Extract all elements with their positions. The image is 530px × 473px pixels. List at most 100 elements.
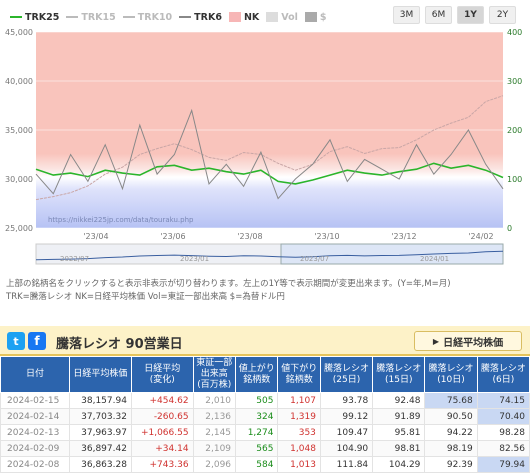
- ratio-table-header: 日付 日経平均株価 日経平均 (変化) 東証一部 出来高 (百万株) 値上がり 銘柄数 値下がり銘…: [0, 356, 530, 393]
- notes-line-2: TRK=騰落レシオ NK=日経平均株価 Vol=東証一部出来高 $=為替ドル円: [6, 292, 285, 302]
- table-cell: 82.56: [476, 440, 530, 457]
- right-axis-tick: 0: [507, 224, 512, 233]
- table-cell: 92.39: [424, 456, 478, 473]
- right-axis-tick: 400: [507, 28, 522, 37]
- table-cell: 70.40: [476, 408, 530, 425]
- column-header[interactable]: 騰落レシオ (15日): [372, 356, 426, 393]
- table-cell: 565: [235, 440, 279, 457]
- table-cell: 94.22: [424, 424, 478, 441]
- table-cell: 109.47: [319, 424, 374, 441]
- ratio-title: 騰落レシオ 90営業日: [56, 337, 183, 352]
- facebook-share-icon[interactable]: f: [28, 332, 46, 350]
- column-header[interactable]: 値下がり 銘柄数: [277, 356, 321, 393]
- table-cell: 36,897.42: [68, 440, 132, 457]
- table-cell: 1,048: [277, 440, 321, 457]
- table-row: 2024-02-14 37,703.32 -260.65 2,136 324 1,319 9…: [0, 408, 530, 425]
- chart-area: TRK25 TRK15 TRK10 TRK6 NK Vol $ 3M 6M 1Y 2Y https…: [0, 0, 530, 268]
- navigator-label: 2024/01: [420, 255, 449, 263]
- table-cell: 505: [235, 392, 279, 409]
- right-axis-tick: 300: [507, 77, 522, 86]
- table-cell: 95.81: [372, 424, 426, 441]
- table-cell: +454.62: [130, 392, 194, 409]
- x-axis-tick: '23/10: [314, 232, 339, 241]
- table-row: 2024-02-15 38,157.94 +454.62 2,010 505 1,107 9…: [0, 392, 530, 409]
- x-axis-tick: '23/12: [391, 232, 416, 241]
- x-axis-tick: '23/08: [237, 232, 262, 241]
- table-cell: 1,013: [277, 456, 321, 473]
- table-cell: 2024-02-09: [0, 440, 70, 457]
- x-axis-tick: '23/06: [160, 232, 185, 241]
- navigator-label: 2022/07: [60, 255, 89, 263]
- table-cell: 98.19: [424, 440, 478, 457]
- table-cell: 104.90: [319, 440, 374, 457]
- column-header[interactable]: 日経平均株価: [68, 356, 132, 393]
- table-cell: 324: [235, 408, 279, 425]
- column-header[interactable]: 騰落レシオ (10日): [424, 356, 478, 393]
- table-cell: 104.29: [372, 456, 426, 473]
- table-cell: 92.48: [372, 392, 426, 409]
- table-cell: 1,274: [235, 424, 279, 441]
- column-header[interactable]: 日経平均 (変化): [130, 356, 194, 393]
- table-cell: 2,145: [192, 424, 237, 441]
- table-cell: 584: [235, 456, 279, 473]
- table-cell: 2024-02-15: [0, 392, 70, 409]
- x-axis-tick: '23/04: [83, 232, 108, 241]
- table-cell: 38,157.94: [68, 392, 132, 409]
- column-header[interactable]: 日付: [0, 356, 70, 393]
- table-row: 2024-02-09 36,897.42 +34.14 2,109 565 1,048 10…: [0, 440, 530, 457]
- column-header[interactable]: 騰落レシオ (25日): [319, 356, 374, 393]
- nikkei-average-button[interactable]: ▶ 日経平均株価: [414, 331, 522, 351]
- table-cell: 2024-02-08: [0, 456, 70, 473]
- right-axis-tick: 100: [507, 175, 522, 184]
- table-cell: 74.15: [476, 392, 530, 409]
- table-cell: 37,703.32: [68, 408, 132, 425]
- left-axis-tick: 45,000: [5, 28, 33, 37]
- table-cell: +34.14: [130, 440, 194, 457]
- left-axis-tick: 40,000: [5, 77, 33, 86]
- column-header[interactable]: 値上がり 銘柄数: [235, 356, 279, 393]
- chart-watermark: https://nikkei225jp.com/data/touraku.php: [48, 216, 194, 224]
- ratio-section: t f 騰落レシオ 90営業日 ▶ 日経平均株価 日付 日経平均株価 日経平均 (変化…: [0, 326, 530, 473]
- table-cell: 79.94: [476, 456, 530, 473]
- left-axis-tick: 30,000: [5, 175, 33, 184]
- table-cell: 93.78: [319, 392, 374, 409]
- table-row: 2024-02-13 37,963.97 +1,066.55 2,145 1,274 35…: [0, 424, 530, 441]
- left-axis-tick: 35,000: [5, 126, 33, 135]
- table-cell: 2024-02-13: [0, 424, 70, 441]
- table-cell: 1,319: [277, 408, 321, 425]
- table-cell: 99.12: [319, 408, 374, 425]
- chart-notes: 上部の銘柄名をクリックすると表示非表示が切り替わります。左上の1Y等で表示期間が…: [6, 278, 526, 304]
- column-header[interactable]: 東証一部 出来高 (百万株): [192, 356, 237, 393]
- table-cell: 90.50: [424, 408, 478, 425]
- ratio-header: t f 騰落レシオ 90営業日 ▶ 日経平均株価: [0, 326, 530, 356]
- notes-line-1: 上部の銘柄名をクリックすると表示非表示が切り替わります。左上の1Y等で表示期間が…: [6, 279, 451, 289]
- table-cell: 37,963.97: [68, 424, 132, 441]
- table-cell: 98.81: [372, 440, 426, 457]
- table-cell: 36,863.28: [68, 456, 132, 473]
- table-cell: 75.68: [424, 392, 478, 409]
- table-cell: 91.89: [372, 408, 426, 425]
- left-axis-tick: 25,000: [5, 224, 33, 233]
- column-header[interactable]: 騰落レシオ (6日): [476, 356, 530, 393]
- right-axis-tick: 200: [507, 126, 522, 135]
- social-buttons: t f: [7, 332, 46, 350]
- nikkei-average-button-label: 日経平均株価: [443, 337, 504, 349]
- table-cell: +743.36: [130, 456, 194, 473]
- twitter-share-icon[interactable]: t: [7, 332, 25, 350]
- table-cell: 1,107: [277, 392, 321, 409]
- table-cell: 111.84: [319, 456, 374, 473]
- table-cell: 2024-02-14: [0, 408, 70, 425]
- table-cell: 2,096: [192, 456, 237, 473]
- table-cell: +1,066.55: [130, 424, 194, 441]
- chart-svg: https://nikkei225jp.com/data/touraku.php…: [5, 28, 522, 265]
- play-arrow-icon: ▶: [432, 336, 440, 346]
- table-cell: 2,109: [192, 440, 237, 457]
- table-row: 2024-02-08 36,863.28 +743.36 2,096 584 1,013 1…: [0, 456, 530, 473]
- table-cell: 353: [277, 424, 321, 441]
- table-cell: 98.28: [476, 424, 530, 441]
- navigator-label: 2023/07: [300, 255, 329, 263]
- table-cell: -260.65: [130, 408, 194, 425]
- ratio-table: 日付 日経平均株価 日経平均 (変化) 東証一部 出来高 (百万株) 値上がり 銘柄数 値下がり銘…: [0, 356, 530, 473]
- table-cell: 2,010: [192, 392, 237, 409]
- table-cell: 2,136: [192, 408, 237, 425]
